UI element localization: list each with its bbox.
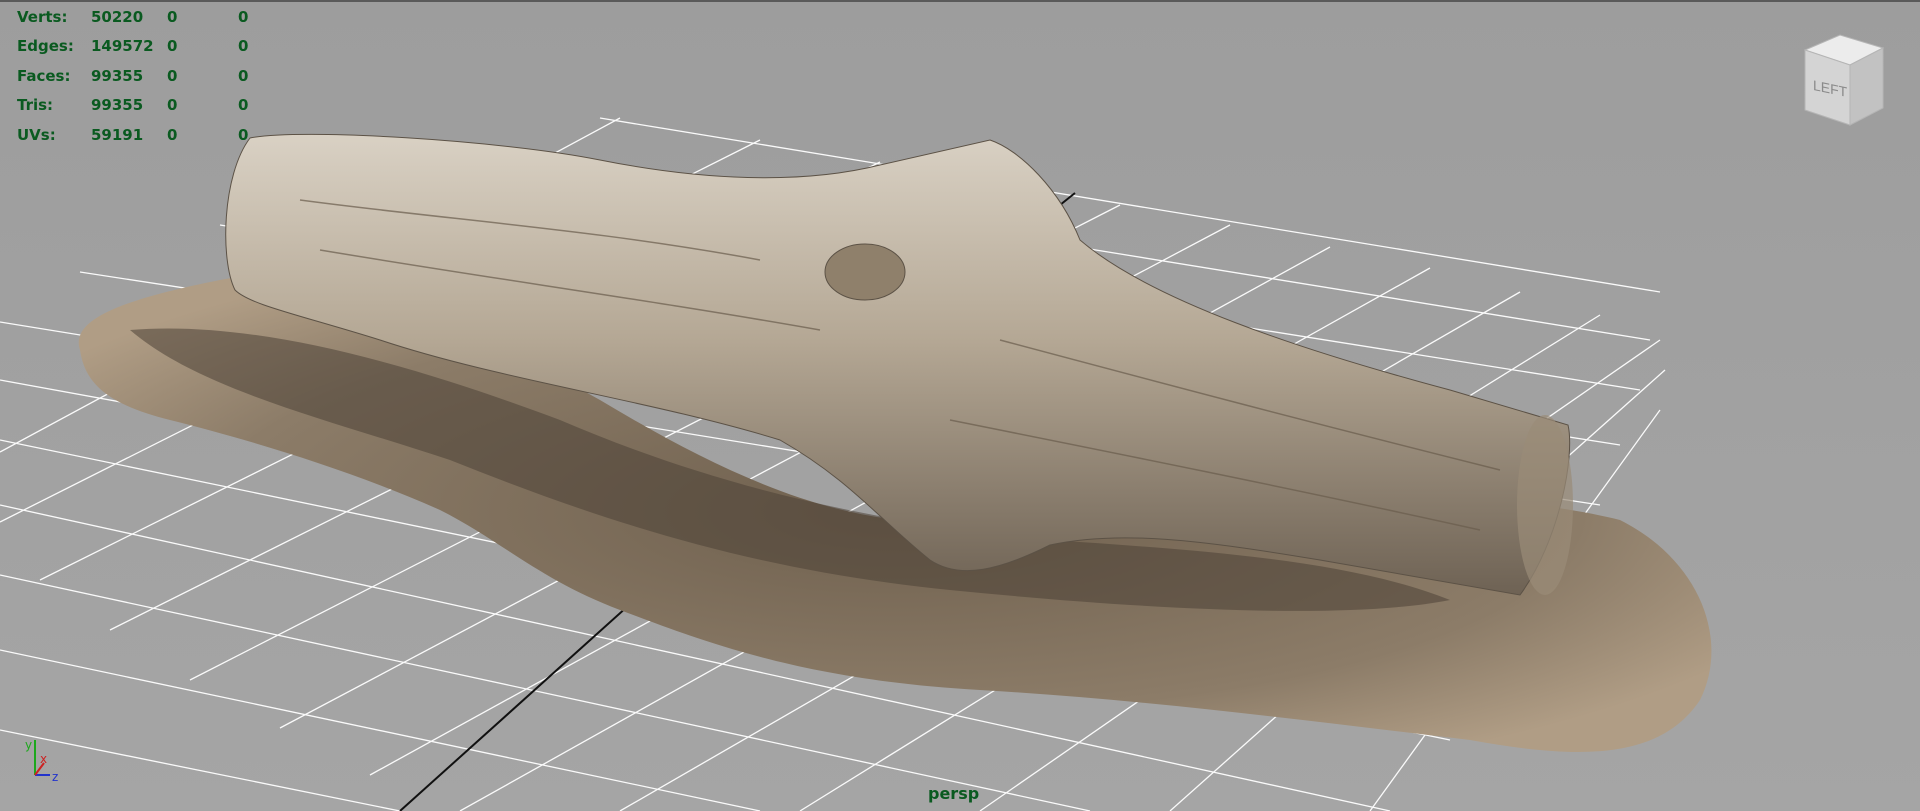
hud-value: 50220 [91,7,144,26]
hud-value: 0 [167,37,178,56]
hud-label: Faces: [17,66,71,85]
hud-row-edges: Edges: 149572 0 0 [17,32,258,62]
axis-gizmo-icon: y x z [20,735,70,789]
viewcube-icon[interactable]: LEFT [1795,30,1885,134]
hud-value: 99355 [91,66,144,85]
hud-label: UVs: [17,125,56,144]
hud-value: 0 [238,37,249,56]
hud-label: Tris: [17,96,54,115]
hud-row-uvs: UVs: 59191 0 0 [17,120,258,150]
hud-value: 0 [238,7,249,26]
axis-z-label: z [52,770,58,784]
axis-y-label: y [25,738,32,752]
hud-label: Edges: [17,37,74,56]
hud-value: 0 [167,7,178,26]
log-end-cut [1517,415,1573,595]
poly-count-hud: Verts: 50220 0 0 Edges: 149572 0 0 Faces… [17,2,258,150]
hud-row-verts: Verts: 50220 0 0 [17,2,258,32]
hud-row-faces: Faces: 99355 0 0 [17,61,258,91]
hud-value: 149572 [91,37,154,56]
hud-value: 0 [167,96,178,115]
log-knot [824,243,906,301]
camera-label: persp [928,784,980,803]
hud-row-tris: Tris: 99355 0 0 [17,91,258,121]
hud-value: 0 [167,125,178,144]
hud-value: 0 [238,125,249,144]
hud-value: 0 [167,66,178,85]
axis-x-label: x [40,752,47,766]
hud-value: 59191 [91,125,144,144]
hud-label: Verts: [17,7,68,26]
hud-value: 0 [238,96,249,115]
hud-value: 99355 [91,96,144,115]
hud-value: 0 [238,66,249,85]
scene-canvas[interactable] [0,0,1920,811]
3d-viewport[interactable]: Verts: 50220 0 0 Edges: 149572 0 0 Faces… [0,0,1920,811]
